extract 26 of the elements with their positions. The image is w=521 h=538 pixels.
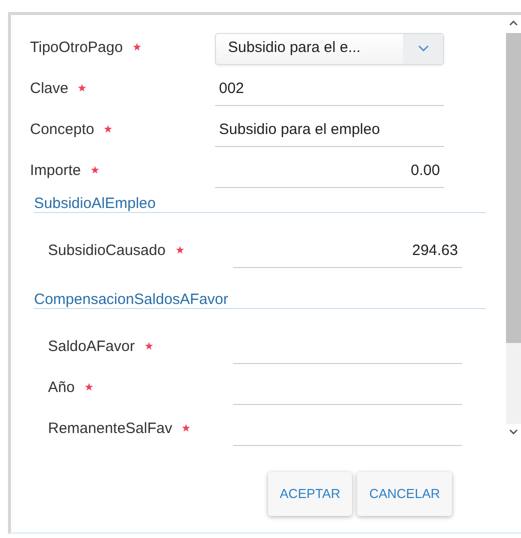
field-label: Año bbox=[48, 378, 75, 398]
field-label: Importe bbox=[30, 161, 81, 182]
scrollbar[interactable] bbox=[506, 15, 521, 440]
field-value: 0.00 bbox=[410, 160, 440, 181]
scrollbar-thumb[interactable] bbox=[506, 33, 521, 343]
section-heading: SubsidioAlEmpleo bbox=[34, 195, 156, 212]
dropdown-value: Subsidio para el e... bbox=[227, 38, 362, 58]
input-field[interactable]: 002 bbox=[215, 74, 444, 106]
field-label: Clave bbox=[30, 79, 68, 100]
field-label: RemanenteSalFav bbox=[48, 419, 172, 440]
input-field[interactable]: Subsidio para el empleo bbox=[215, 114, 444, 146]
type-dropdown[interactable]: Subsidio para el e... bbox=[215, 32, 444, 64]
section-heading: CompensacionSaldosAFavor bbox=[34, 291, 228, 308]
field-value: 294.63 bbox=[412, 240, 458, 261]
field-label: TipoOtroPago bbox=[30, 38, 123, 58]
accept-button[interactable]: ACEPTAR bbox=[268, 472, 352, 516]
field-value: Subsidio para el empleo bbox=[219, 120, 380, 140]
chevron-down-icon bbox=[418, 45, 428, 52]
field-value: 002 bbox=[219, 78, 244, 99]
scroll-up-icon[interactable] bbox=[506, 15, 521, 33]
input-field[interactable]: 294.63 bbox=[233, 236, 462, 268]
field-label: SaldoAFavor bbox=[48, 337, 135, 358]
field-label: SubsidioCausado bbox=[48, 241, 166, 262]
cancel-button[interactable]: CANCELAR bbox=[357, 472, 452, 516]
field-label: Concepto bbox=[30, 120, 94, 140]
input-field[interactable]: 0.00 bbox=[215, 156, 444, 188]
